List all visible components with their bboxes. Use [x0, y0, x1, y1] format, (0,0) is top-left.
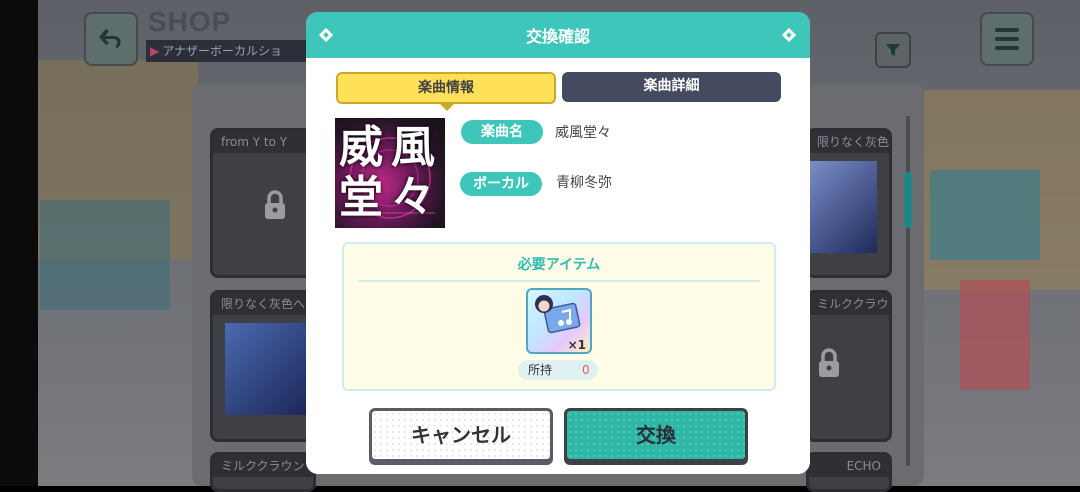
song-card[interactable]: ミルククラウン [210, 452, 316, 492]
background-counter [960, 280, 1030, 390]
jacket-text: 風 [391, 122, 435, 173]
background-display [40, 200, 170, 310]
item-quantity: ×1 [567, 338, 586, 352]
divider [358, 280, 760, 282]
scrollbar-thumb[interactable] [905, 172, 911, 228]
song-card-title: 限りなく灰色へ [809, 131, 889, 153]
song-card-title: ECHO [809, 455, 889, 477]
required-item[interactable]: ×1 [526, 288, 592, 354]
lock-icon [257, 187, 293, 223]
required-items-title: 必要アイテム [517, 257, 601, 273]
tab-song-info[interactable]: 楽曲情報 [336, 72, 556, 111]
song-jacket-image [225, 323, 309, 415]
jacket-text: 堂 [339, 172, 383, 223]
song-card[interactable]: 限りなく灰色へ [806, 128, 892, 278]
song-card-title: from Y to Y [213, 131, 313, 153]
back-arrow-icon [99, 29, 121, 48]
filter-button[interactable] [875, 32, 911, 68]
tab-song-details[interactable]: 楽曲詳細 [562, 72, 781, 102]
dialog-header: 交換確認 [306, 12, 810, 58]
song-jacket-image [809, 161, 877, 253]
jacket-text: 々 [391, 172, 435, 223]
back-button[interactable] [84, 12, 138, 66]
menu-button[interactable] [980, 12, 1034, 66]
jacket-text: 威 [339, 122, 383, 173]
lock-icon [811, 345, 847, 381]
vocal-value: 青柳冬弥 [556, 175, 612, 191]
music-ticket-icon [535, 295, 581, 334]
owned-value: 0 [582, 363, 590, 377]
menu-bar [995, 46, 1019, 50]
song-jacket: 威 風 堂 々 [335, 118, 445, 228]
song-card-title: ミルククラウン [213, 455, 313, 477]
shop-subtitle-text: アナザーボーカルショ [162, 44, 282, 58]
owned-count: 所持 0 [518, 360, 598, 380]
screen-edge [0, 0, 38, 486]
song-card[interactable]: ミルククラウン… [806, 290, 892, 442]
exchange-confirm-dialog: 交換確認 楽曲情報 楽曲詳細 威 風 堂 々 楽曲名 威風堂々 ボーカル 青柳冬… [306, 12, 810, 474]
owned-label: 所持 [528, 363, 553, 377]
song-card[interactable]: from Y to Y [210, 128, 316, 278]
dialog-title: 交換確認 [525, 27, 590, 46]
cancel-button[interactable]: キャンセル [369, 408, 553, 462]
exchange-button[interactable]: 交換 [564, 408, 748, 462]
scrollbar-track[interactable] [906, 116, 910, 466]
menu-bar [995, 37, 1019, 41]
song-name-label: 楽曲名 [461, 120, 543, 144]
song-name-value: 威風堂々 [555, 125, 611, 141]
shop-title: SHOP [148, 6, 232, 37]
background-screen [930, 170, 1040, 260]
filter-icon [886, 44, 900, 56]
menu-bar [995, 28, 1019, 32]
song-card[interactable]: ECHO [806, 452, 892, 492]
song-card-title: 限りなく灰色へ [213, 293, 313, 315]
shop-subtitle: ▶ アナザーボーカルショ [146, 40, 310, 62]
song-card[interactable]: 限りなく灰色へ [210, 290, 316, 442]
required-items-box: 必要アイテム ×1 所持 0 [342, 242, 776, 391]
vocal-label: ボーカル [460, 172, 542, 196]
triangle-icon: ▶ [150, 44, 160, 58]
song-card-title: ミルククラウン… [809, 293, 889, 315]
